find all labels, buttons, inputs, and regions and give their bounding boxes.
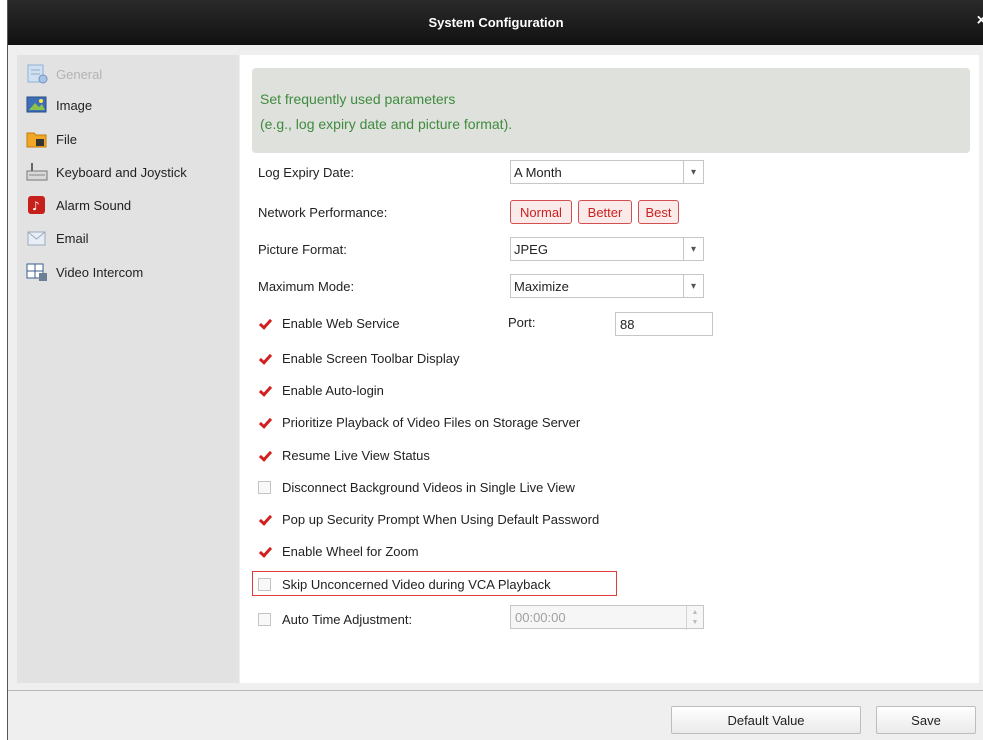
- auto-login-row[interactable]: Enable Auto-login: [258, 379, 384, 401]
- hint-line-2: (e.g., log expiry date and picture forma…: [260, 116, 513, 132]
- port-label: Port:: [508, 315, 536, 330]
- checkbox-label: Prioritize Playback of Video Files on St…: [282, 414, 581, 430]
- checkbox-label: Enable Web Service: [282, 315, 400, 331]
- sidebar-item-email[interactable]: Email: [26, 226, 89, 250]
- network-performance-group: Normal Better Best: [510, 200, 710, 224]
- auto-time-checkbox[interactable]: [258, 612, 271, 626]
- footer-divider: [8, 690, 983, 691]
- checkbox-label: Disconnect Background Videos in Single L…: [282, 479, 575, 495]
- checkbox-label: Skip Unconcerned Video during VCA Playba…: [282, 576, 551, 592]
- wheel-zoom-checkbox[interactable]: [258, 545, 271, 558]
- window-title: System Configuration: [428, 15, 564, 30]
- checkbox-label: Enable Wheel for Zoom: [282, 543, 419, 559]
- chevron-down-icon[interactable]: ▾: [683, 275, 703, 297]
- email-icon: [26, 228, 48, 248]
- picture-format-label: Picture Format:: [258, 242, 347, 257]
- maximum-mode-label: Maximum Mode:: [258, 279, 355, 294]
- auto-time-row[interactable]: Auto Time Adjustment:: [258, 608, 412, 630]
- hint-line-1: Set frequently used parameters: [260, 91, 456, 107]
- network-best-button[interactable]: Best: [638, 200, 679, 224]
- spin-up-icon[interactable]: ▲: [692, 608, 699, 618]
- disconnect-background-row[interactable]: Disconnect Background Videos in Single L…: [258, 476, 575, 498]
- sidebar-item-general[interactable]: General: [26, 62, 102, 86]
- prioritize-playback-checkbox[interactable]: [258, 416, 271, 429]
- auto-login-checkbox[interactable]: [258, 384, 271, 397]
- log-expiry-label: Log Expiry Date:: [258, 165, 355, 180]
- checkbox-label: Enable Auto-login: [282, 382, 384, 398]
- picture-format-value: JPEG: [514, 241, 548, 257]
- maximum-mode-value: Maximize: [514, 278, 569, 294]
- resume-live-view-checkbox[interactable]: [258, 449, 271, 462]
- time-spinner[interactable]: ▲ ▼: [686, 606, 703, 630]
- sidebar: General Image File Keyboard and Joystick…: [17, 55, 239, 683]
- alarm-sound-icon: ♪: [26, 195, 48, 215]
- wheel-zoom-row[interactable]: Enable Wheel for Zoom: [258, 540, 419, 562]
- skip-unconcerned-checkbox[interactable]: [258, 577, 271, 591]
- sidebar-item-label: File: [56, 131, 77, 147]
- auto-time-input[interactable]: 00:00:00 ▲ ▼: [510, 605, 704, 630]
- system-configuration-window: System Configuration × General Image Fil…: [7, 0, 983, 740]
- sidebar-item-label: Email: [56, 230, 89, 246]
- port-input[interactable]: 88: [615, 312, 713, 336]
- svg-text:♪: ♪: [32, 199, 40, 213]
- security-prompt-row[interactable]: Pop up Security Prompt When Using Defaul…: [258, 508, 599, 530]
- folder-icon: [26, 129, 48, 149]
- maximum-mode-select[interactable]: Maximize ▾: [510, 274, 704, 298]
- sidebar-item-alarm-sound[interactable]: ♪ Alarm Sound: [26, 193, 131, 217]
- log-expiry-value: A Month: [514, 164, 562, 180]
- network-performance-label: Network Performance:: [258, 205, 388, 220]
- video-intercom-icon: [26, 262, 48, 282]
- checkbox-label: Pop up Security Prompt When Using Defaul…: [282, 511, 600, 527]
- spin-down-icon[interactable]: ▼: [692, 618, 699, 628]
- checkbox-label: Auto Time Adjustment:: [282, 611, 413, 627]
- enable-web-service-row[interactable]: Enable Web Service: [258, 312, 400, 334]
- port-value: 88: [620, 316, 635, 332]
- checkbox-label: Enable Screen Toolbar Display: [282, 350, 460, 366]
- auto-time-value: 00:00:00: [515, 609, 566, 625]
- skip-unconcerned-row[interactable]: Skip Unconcerned Video during VCA Playba…: [258, 573, 551, 595]
- hint-box: Set frequently used parameters (e.g., lo…: [252, 68, 970, 153]
- save-button[interactable]: Save: [876, 706, 976, 734]
- default-value-button[interactable]: Default Value: [671, 706, 861, 734]
- picture-format-select[interactable]: JPEG ▾: [510, 237, 704, 261]
- sidebar-item-label: Keyboard and Joystick: [56, 164, 187, 180]
- title-bar: System Configuration ×: [8, 0, 983, 45]
- security-prompt-checkbox[interactable]: [258, 513, 271, 526]
- screen-toolbar-checkbox[interactable]: [258, 352, 271, 365]
- disconnect-background-checkbox[interactable]: [258, 480, 271, 494]
- resume-live-view-row[interactable]: Resume Live View Status: [258, 444, 430, 466]
- sidebar-item-label: Video Intercom: [56, 264, 144, 280]
- sidebar-item-image[interactable]: Image: [26, 93, 92, 117]
- sidebar-item-file[interactable]: File: [26, 127, 77, 151]
- enable-web-service-checkbox[interactable]: [258, 317, 271, 330]
- sidebar-item-video-intercom[interactable]: Video Intercom: [26, 260, 143, 284]
- checkbox-label: Resume Live View Status: [282, 447, 430, 463]
- close-icon[interactable]: ×: [977, 12, 983, 30]
- chevron-down-icon[interactable]: ▾: [683, 238, 703, 260]
- screen-toolbar-row[interactable]: Enable Screen Toolbar Display: [258, 347, 460, 369]
- network-better-button[interactable]: Better: [578, 200, 632, 224]
- image-icon: [26, 95, 48, 115]
- general-settings-icon: [26, 64, 48, 84]
- chevron-down-icon[interactable]: ▾: [683, 161, 703, 183]
- log-expiry-select[interactable]: A Month ▾: [510, 160, 704, 184]
- network-normal-button[interactable]: Normal: [510, 200, 572, 224]
- sidebar-item-label: Image: [56, 97, 93, 113]
- prioritize-playback-row[interactable]: Prioritize Playback of Video Files on St…: [258, 411, 580, 433]
- sidebar-item-keyboard[interactable]: Keyboard and Joystick: [26, 160, 187, 184]
- general-settings-panel: Set frequently used parameters (e.g., lo…: [240, 55, 979, 683]
- keyboard-icon: [26, 162, 48, 182]
- sidebar-item-label: General: [56, 66, 103, 82]
- sidebar-item-label: Alarm Sound: [56, 197, 132, 213]
